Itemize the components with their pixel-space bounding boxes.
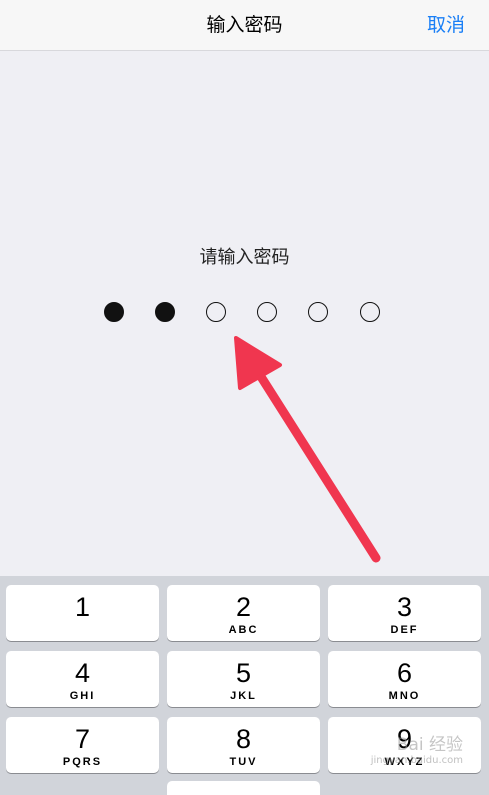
key-8[interactable]: 8 TUV: [167, 717, 320, 773]
key-5[interactable]: 5 JKL: [167, 651, 320, 707]
key-number: 3: [396, 592, 413, 622]
watermark-url: jingyan.baidu.com: [370, 755, 463, 766]
key-7[interactable]: 7 PQRS: [6, 717, 159, 773]
key-letters: TUV: [229, 756, 258, 768]
key-letters: MNO: [388, 690, 421, 702]
key-letters: PQRS: [62, 756, 103, 768]
passcode-dot-filled: [104, 302, 124, 322]
passcode-dot-empty: [206, 302, 226, 322]
passcode-dots: [104, 302, 384, 326]
passcode-dot-empty: [360, 302, 380, 322]
watermark-brand: Bai 经验: [396, 735, 463, 755]
key-0[interactable]: [167, 781, 320, 795]
key-number: 5: [235, 658, 252, 688]
key-letters: GHI: [69, 690, 96, 702]
passcode-dot-empty: [308, 302, 328, 322]
watermark: Bai 经验 jingyan.baidu.com: [371, 737, 463, 769]
key-number: 4: [74, 658, 91, 688]
numeric-keypad: 1 2 ABC 3 DEF 4 GHI 5 JKL 6 MNO 7 PQRS 8: [0, 576, 489, 795]
navigation-bar: 输入密码 取消: [0, 0, 489, 51]
passcode-prompt: 请输入密码: [199, 247, 290, 268]
key-number: 6: [396, 658, 413, 688]
passcode-dot-empty: [257, 302, 277, 322]
key-number: 2: [235, 592, 252, 622]
key-1[interactable]: 1: [6, 585, 159, 641]
passcode-screen: 输入密码 取消 请输入密码 1 2 ABC 3 DEF 4 GHI 5 JKL …: [0, 0, 489, 795]
key-number: 8: [235, 724, 252, 754]
key-number: 7: [74, 724, 91, 754]
page-title: 输入密码: [206, 14, 283, 36]
key-letters: JKL: [230, 690, 257, 702]
key-number: 1: [74, 592, 91, 622]
cancel-button[interactable]: 取消: [427, 0, 465, 50]
passcode-dot-filled: [155, 302, 175, 322]
key-letters: DEF: [390, 624, 419, 636]
key-2[interactable]: 2 ABC: [167, 585, 320, 641]
key-3[interactable]: 3 DEF: [328, 585, 481, 641]
key-6[interactable]: 6 MNO: [328, 651, 481, 707]
key-letters: ABC: [228, 624, 259, 636]
key-4[interactable]: 4 GHI: [6, 651, 159, 707]
